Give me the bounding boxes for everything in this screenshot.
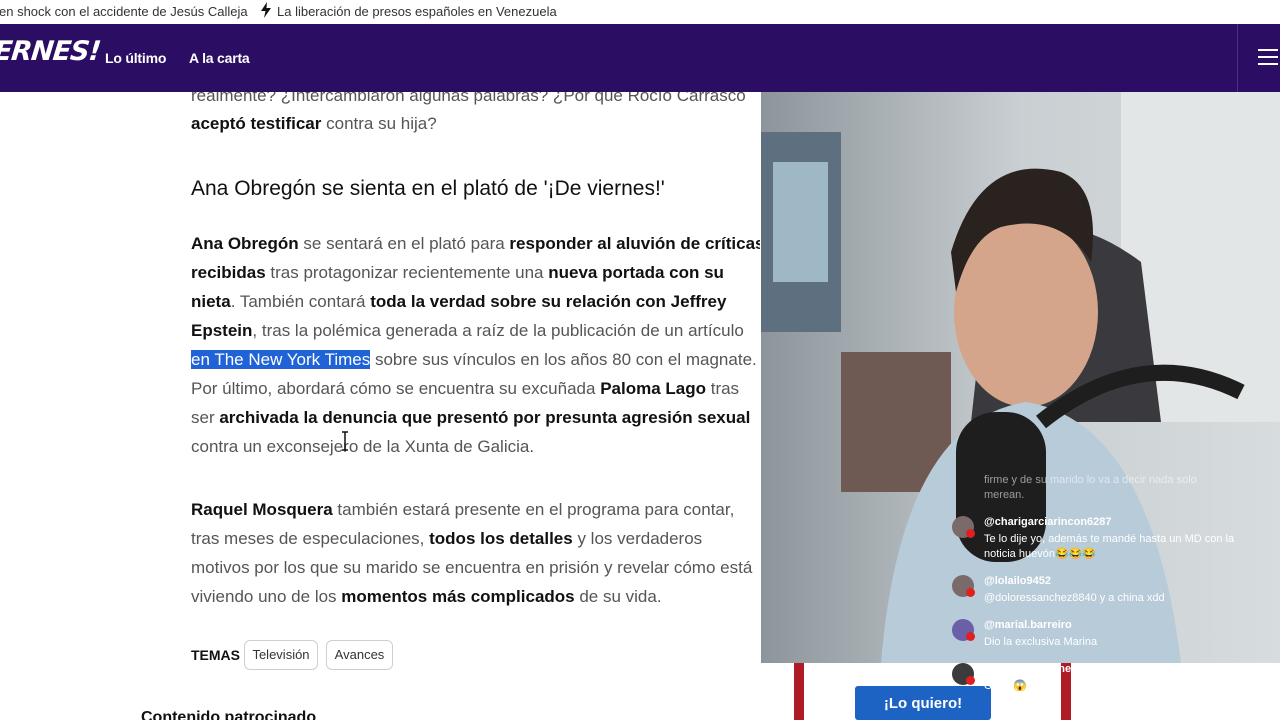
avatar — [952, 575, 975, 597]
article-body: realmente? ¿Intercambiaron algunas palab… — [0, 92, 760, 720]
paragraph-line: en The New York Times sobre sus vínculos… — [191, 350, 757, 369]
section-heading: Ana Obregón se sienta en el plató de '¡D… — [191, 177, 665, 200]
chat-text: @doloressanchez8840 y a china xdd — [984, 592, 1165, 604]
chat-username: @NymphMartínez — [984, 663, 1077, 675]
paragraph-line: aceptó testificar contra su hija? — [191, 114, 437, 133]
text-cursor-icon — [342, 431, 348, 451]
tag-avances[interactable]: Avances — [326, 640, 393, 670]
lightning-icon — [261, 2, 271, 18]
avatar — [952, 663, 975, 685]
nav-link-a-la-carta[interactable]: A la carta — [189, 50, 250, 66]
chat-text: OMG 😱 — [984, 680, 1028, 692]
chat-text: Dio la exclusiva Marina — [984, 636, 1098, 648]
chat-text: Te lo dije yo, además te mandé hasta un … — [984, 533, 1235, 560]
paragraph-line: Raquel Mosquera también estará presente … — [191, 500, 735, 519]
avatar — [952, 619, 975, 641]
avatar — [952, 516, 975, 538]
paragraph-line: motivos por los que su marido se encuent… — [191, 558, 753, 577]
paragraph-line: nieta. También contará toda la verdad so… — [191, 292, 727, 311]
paragraph-line: Por último, abordará cómo se encuentra s… — [191, 379, 740, 398]
ticker-item-1[interactable]: en shock con el accidente de Jesús Calle… — [0, 4, 248, 19]
chat-username: @charigarciarincon6287 — [984, 516, 1112, 528]
paragraph-line: viviendo uno de los momentos más complic… — [191, 587, 662, 606]
tag-television[interactable]: Televisión — [244, 640, 318, 670]
paragraph-line: Ana Obregón se sentará en el plató para … — [191, 234, 760, 253]
paragraph-line: contra un exconsejero de la Xunta de Gal… — [191, 437, 535, 456]
hamburger-menu-icon[interactable] — [1258, 49, 1278, 66]
selected-text[interactable]: en The New York Times — [191, 350, 371, 369]
paragraph-line: tras meses de especulaciones, todos los … — [191, 529, 703, 548]
paragraph-line: recibidas tras protagonizar recientement… — [191, 263, 724, 282]
paragraph-line: Epstein, tras la polémica generada a raí… — [191, 321, 744, 340]
news-ticker: en shock con el accidente de Jesús Calle… — [0, 0, 1280, 24]
ticker-item-2[interactable]: La liberación de presos españoles en Ven… — [277, 4, 557, 19]
chat-username: @lolailo9452 — [984, 575, 1051, 587]
paragraph-line: realmente? ¿Intercambiaron algunas palab… — [191, 92, 746, 105]
paragraph-line: ser archivada la denuncia que presentó p… — [191, 408, 751, 427]
topics-label: TEMAS — [191, 647, 240, 663]
faded-chat-text: firme y de su marido lo va a decir nada … — [984, 474, 1197, 501]
nav-divider — [1237, 24, 1238, 92]
nav-link-latest[interactable]: Lo último — [105, 50, 166, 66]
sponsored-heading: Contenido patrocinado — [141, 709, 317, 720]
lo-quiero-button[interactable]: ¡Lo quiero! — [855, 686, 991, 720]
site-logo[interactable]: ERNES! — [0, 36, 102, 67]
chat-username: @marial.barreiro — [984, 619, 1072, 631]
